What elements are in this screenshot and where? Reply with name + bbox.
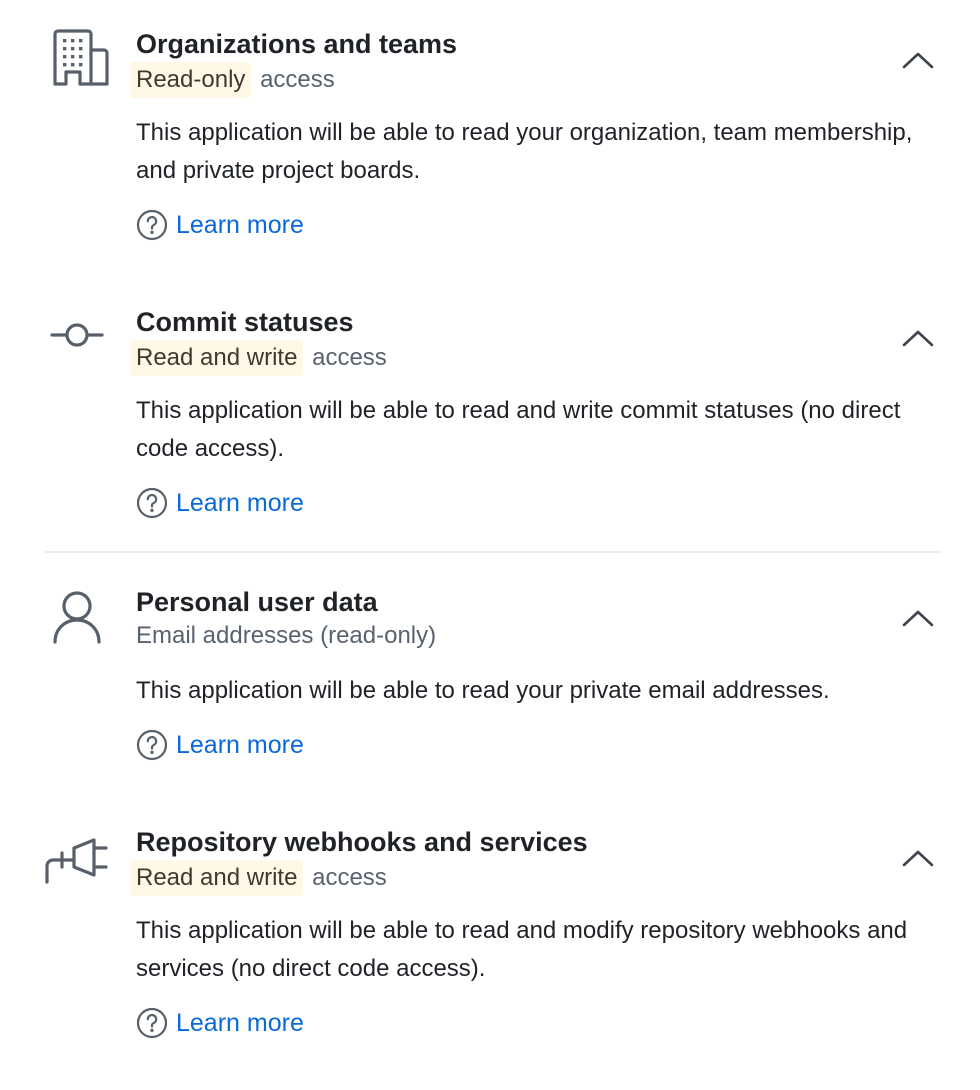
access-line: Read and write access <box>130 340 387 376</box>
permission-title: Personal user data <box>136 587 378 617</box>
person-icon <box>44 586 114 656</box>
question-circle-icon <box>136 1007 168 1039</box>
commit-icon <box>44 300 114 370</box>
learn-more-label: Learn more <box>176 489 304 517</box>
permission-title: Organizations and teams <box>136 29 458 59</box>
learn-more-link[interactable]: Learn more <box>136 209 304 241</box>
question-circle-icon <box>136 487 168 519</box>
access-level-badge: Read and write <box>130 340 304 376</box>
access-line: Read-only access <box>130 62 335 98</box>
access-suffix: access <box>312 864 387 891</box>
access-suffix: access <box>312 344 387 371</box>
collapse-chevron-up-icon[interactable] <box>896 843 940 875</box>
learn-more-link[interactable]: Learn more <box>136 487 304 519</box>
organization-icon <box>44 28 114 98</box>
access-line: Read and write access <box>130 860 387 896</box>
permission-title: Repository webhooks and services <box>136 827 588 857</box>
learn-more-label: Learn more <box>176 1009 304 1037</box>
learn-more-link[interactable]: Learn more <box>136 1007 304 1039</box>
question-circle-icon <box>136 209 168 241</box>
collapse-chevron-up-icon[interactable] <box>896 603 940 635</box>
question-circle-icon <box>136 729 168 761</box>
learn-more-label: Learn more <box>176 211 304 239</box>
permission-subtitle: Email addresses (read-only) <box>136 622 437 649</box>
access-level-badge: Read and write <box>130 860 304 896</box>
learn-more-label: Learn more <box>176 731 304 759</box>
permission-description: This application will be able to read yo… <box>136 119 913 184</box>
collapse-chevron-up-icon[interactable] <box>896 45 940 77</box>
section-divider <box>45 551 942 553</box>
learn-more-link[interactable]: Learn more <box>136 729 304 761</box>
permission-description: This application will be able to read an… <box>136 397 901 462</box>
plug-icon <box>44 820 114 890</box>
collapse-chevron-up-icon[interactable] <box>896 323 940 355</box>
access-level-badge: Read-only <box>130 62 252 98</box>
permission-description: This application will be able to read yo… <box>136 677 830 704</box>
permission-description: This application will be able to read an… <box>136 917 908 982</box>
permission-title: Commit statuses <box>136 307 354 337</box>
access-suffix: access <box>260 66 335 93</box>
